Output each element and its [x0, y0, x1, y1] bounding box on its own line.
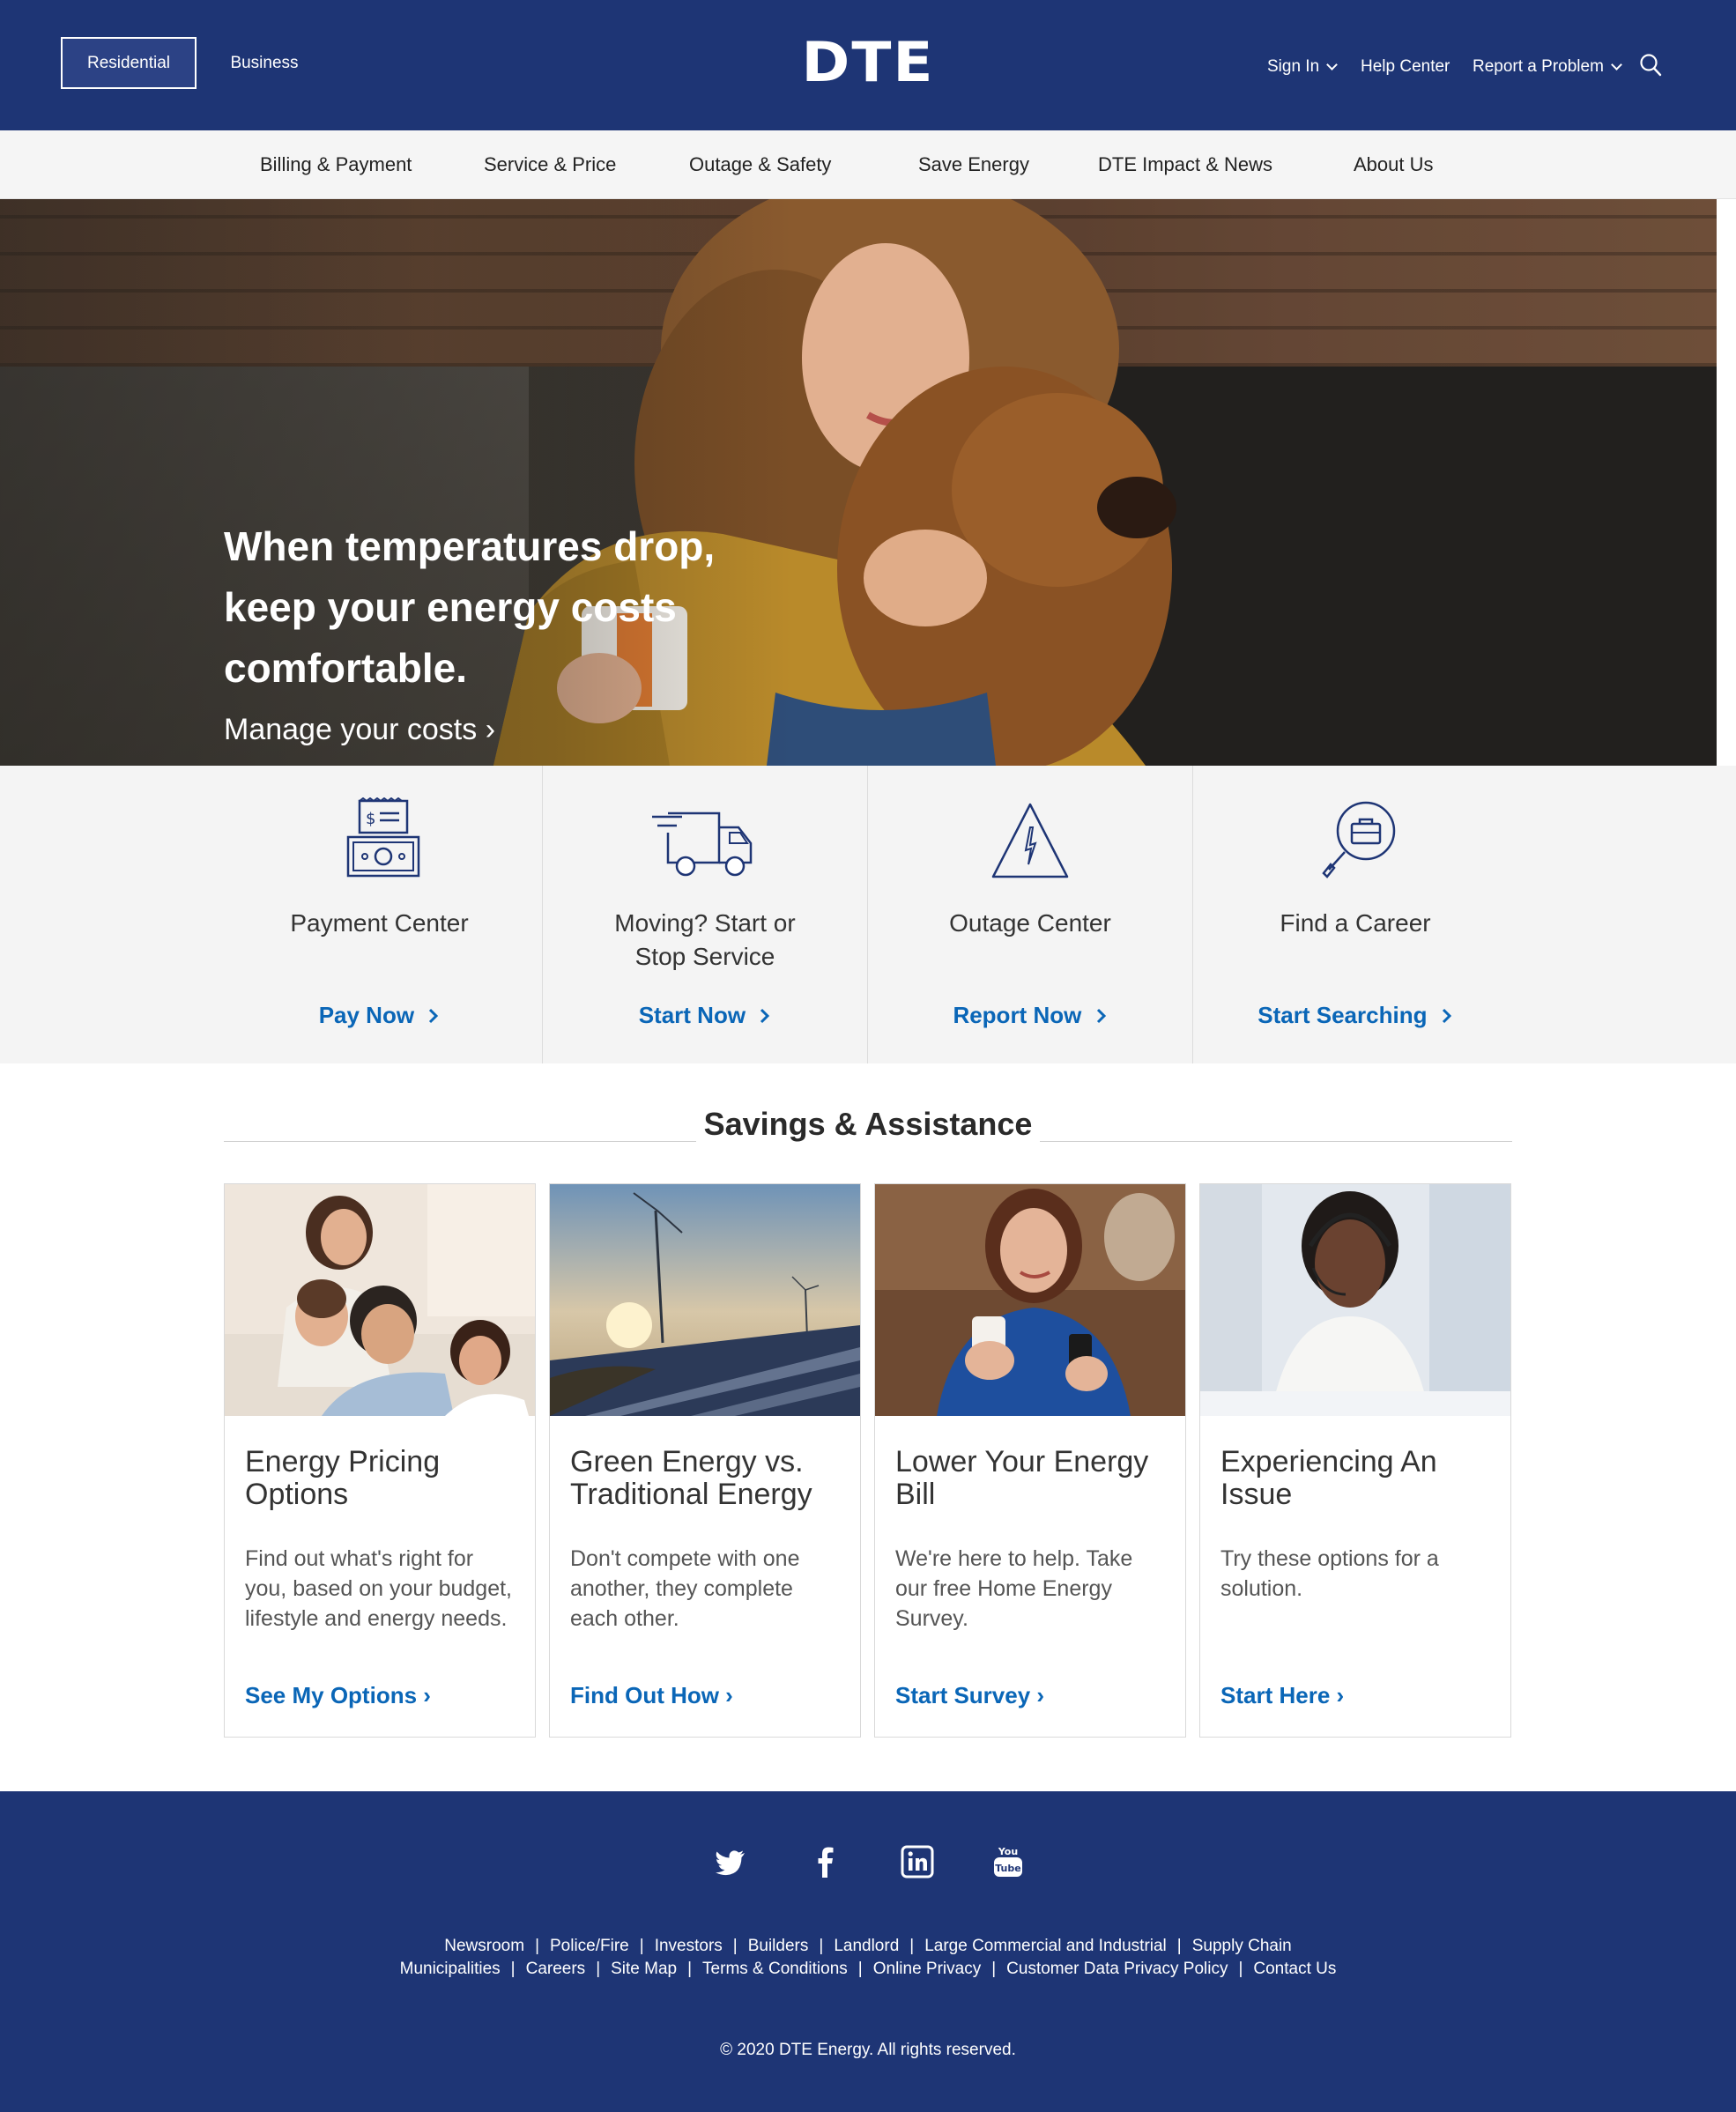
support-agent-photo — [1200, 1184, 1510, 1416]
pay-now-label: Pay Now — [318, 1002, 415, 1028]
see-my-options-link[interactable]: See My Options › — [245, 1682, 431, 1709]
start-survey-link[interactable]: Start Survey › — [895, 1682, 1044, 1709]
report-problem-label: Report a Problem — [1473, 57, 1604, 76]
outage-center-title: Outage Center — [949, 909, 1111, 937]
footer-link-police-fire[interactable]: Police/Fire — [550, 1937, 629, 1955]
dte-logo[interactable]: DTE — [798, 34, 938, 91]
copyright-text: © 2020 DTE Energy. All rights reserved. — [720, 2041, 1016, 2059]
business-tab[interactable]: Business — [217, 37, 312, 89]
nav-about-us[interactable]: About Us — [1354, 130, 1434, 199]
footer-link-site-map[interactable]: Site Map — [611, 1960, 677, 1978]
svg-text:You: You — [998, 1846, 1018, 1857]
moving-truck-icon — [652, 811, 753, 877]
youtube-link[interactable]: You Tube — [992, 1844, 1024, 1879]
footer-link-investors[interactable]: Investors — [655, 1937, 723, 1955]
pay-now-link[interactable]: Pay Now — [217, 1002, 542, 1029]
start-searching-label: Start Searching — [1257, 1002, 1428, 1028]
start-here-link[interactable]: Start Here › — [1220, 1682, 1344, 1709]
start-now-label: Start Now — [638, 1002, 746, 1028]
footer-link-contact-us[interactable]: Contact Us — [1253, 1960, 1336, 1978]
outage-center-card: Outage Center Report Now — [867, 766, 1192, 1063]
main-nav: Billing & Payment Service & Price Outage… — [0, 130, 1736, 199]
moving-service-card: Moving? Start or Stop Service Start Now — [542, 766, 867, 1063]
lower-bill-card: Lower Your Energy Bill We're here to hel… — [874, 1183, 1186, 1738]
footer-links-row-1: Newsroom | Police/Fire | Investors | Builders |… — [444, 1937, 1292, 1955]
search-button[interactable] — [1639, 51, 1666, 79]
find-career-title: Find a Career — [1280, 909, 1431, 937]
nav-service-price[interactable]: Service & Price — [484, 130, 616, 199]
footer-link-careers[interactable]: Careers — [526, 1960, 586, 1978]
nav-save-energy[interactable]: Save Energy — [918, 130, 1029, 199]
chevron-right-icon — [760, 1008, 770, 1024]
solar-wind-photo — [550, 1184, 860, 1416]
start-searching-link[interactable]: Start Searching — [1193, 1002, 1517, 1029]
footer-link-newsroom[interactable]: Newsroom — [444, 1937, 524, 1955]
linkedin-link[interactable] — [900, 1844, 935, 1879]
youtube-icon: You Tube — [994, 1846, 1022, 1877]
start-now-link[interactable]: Start Now — [543, 1002, 867, 1029]
linkedin-icon — [901, 1845, 934, 1879]
card-title: Energy Pricing Options — [245, 1445, 441, 1511]
career-search-icon — [1322, 801, 1396, 878]
footer-link-customer-data-privacy[interactable]: Customer Data Privacy Policy — [1006, 1960, 1228, 1978]
footer-link-landlord[interactable]: Landlord — [834, 1937, 899, 1955]
card-description: Find out what's right for you, based on … — [245, 1546, 513, 1631]
nav-outage-safety[interactable]: Outage & Safety — [689, 130, 831, 199]
svg-text:$: $ — [366, 810, 375, 828]
woman-phone-photo — [875, 1184, 1185, 1416]
payment-center-title: Payment Center — [290, 909, 469, 937]
experiencing-issue-card: Experiencing An Issue Try these options … — [1199, 1183, 1511, 1738]
report-now-label: Report Now — [953, 1002, 1082, 1028]
card-description: Don't compete with one another, they com… — [570, 1546, 800, 1631]
chevron-right-icon — [1096, 1008, 1106, 1024]
chevron-right-icon — [1442, 1008, 1451, 1024]
report-now-link[interactable]: Report Now — [868, 1002, 1192, 1029]
savings-section-title: Savings & Assistance — [703, 1106, 1033, 1142]
card-title: Green Energy vs. Traditional Energy — [570, 1445, 812, 1511]
facebook-link[interactable] — [808, 1844, 843, 1879]
warning-icon — [991, 803, 1069, 878]
card-description: Try these options for a solution. — [1220, 1546, 1439, 1601]
help-center-link[interactable]: Help Center — [1361, 53, 1450, 81]
hero-headline: When temperatures drop, keep your energy… — [224, 523, 716, 691]
svg-text:Tube: Tube — [995, 1863, 1020, 1874]
twitter-icon — [716, 1850, 745, 1876]
residential-tab[interactable]: Residential — [61, 37, 197, 89]
card-description: We're here to help. Take our free Home E… — [895, 1546, 1133, 1631]
card-title: Lower Your Energy Bill — [895, 1445, 1149, 1511]
top-header: Residential Business DTE Sign In Help Ce… — [0, 0, 1736, 130]
hero-banner: When temperatures drop, keep your energy… — [0, 199, 1717, 766]
footer-link-terms[interactable]: Terms & Conditions — [702, 1960, 848, 1978]
facebook-icon — [818, 1847, 834, 1878]
nav-dte-impact-news[interactable]: DTE Impact & News — [1098, 130, 1272, 199]
energy-pricing-card: Energy Pricing Options Find out what's r… — [224, 1183, 536, 1738]
chevron-right-icon — [429, 1008, 439, 1024]
family-photo — [225, 1184, 535, 1416]
green-energy-card: Green Energy vs. Traditional Energy Don'… — [549, 1183, 861, 1738]
site-footer: You Tube Newsroom | Police/Fire | Investors |… — [0, 1791, 1736, 2112]
footer-link-large-commercial[interactable]: Large Commercial and Industrial — [924, 1937, 1167, 1955]
bill-payment-icon: $ — [346, 797, 419, 878]
footer-link-municipalities[interactable]: Municipalities — [400, 1960, 501, 1978]
search-icon — [1640, 54, 1662, 77]
manage-costs-link[interactable]: Manage your costs › — [224, 713, 495, 747]
footer-links-row-2: Municipalities | Careers | Site Map | Terms & … — [399, 1960, 1337, 1978]
payment-center-card: $ Payment Center Pay Now — [217, 766, 542, 1063]
footer-link-online-privacy[interactable]: Online Privacy — [873, 1960, 982, 1978]
footer-link-supply-chain[interactable]: Supply Chain — [1192, 1937, 1292, 1955]
footer-link-builders[interactable]: Builders — [748, 1937, 809, 1955]
report-problem-menu[interactable]: Report a Problem — [1473, 53, 1622, 81]
find-out-how-link[interactable]: Find Out How › — [570, 1682, 733, 1709]
moving-service-title: Moving? Start or Stop Service — [614, 909, 796, 970]
find-career-card: Find a Career Start Searching — [1192, 766, 1517, 1063]
chevron-down-icon — [1611, 58, 1622, 70]
sign-in-menu[interactable]: Sign In — [1267, 53, 1339, 81]
quick-links-bar: $ Payment Center Pay Now Moving? Start o… — [0, 766, 1736, 1063]
chevron-down-icon — [1326, 58, 1339, 70]
sign-in-label: Sign In — [1267, 57, 1320, 76]
help-center-label: Help Center — [1361, 57, 1450, 76]
nav-billing-payment[interactable]: Billing & Payment — [260, 130, 412, 199]
twitter-link[interactable] — [713, 1844, 748, 1879]
card-title: Experiencing An Issue — [1220, 1445, 1437, 1511]
